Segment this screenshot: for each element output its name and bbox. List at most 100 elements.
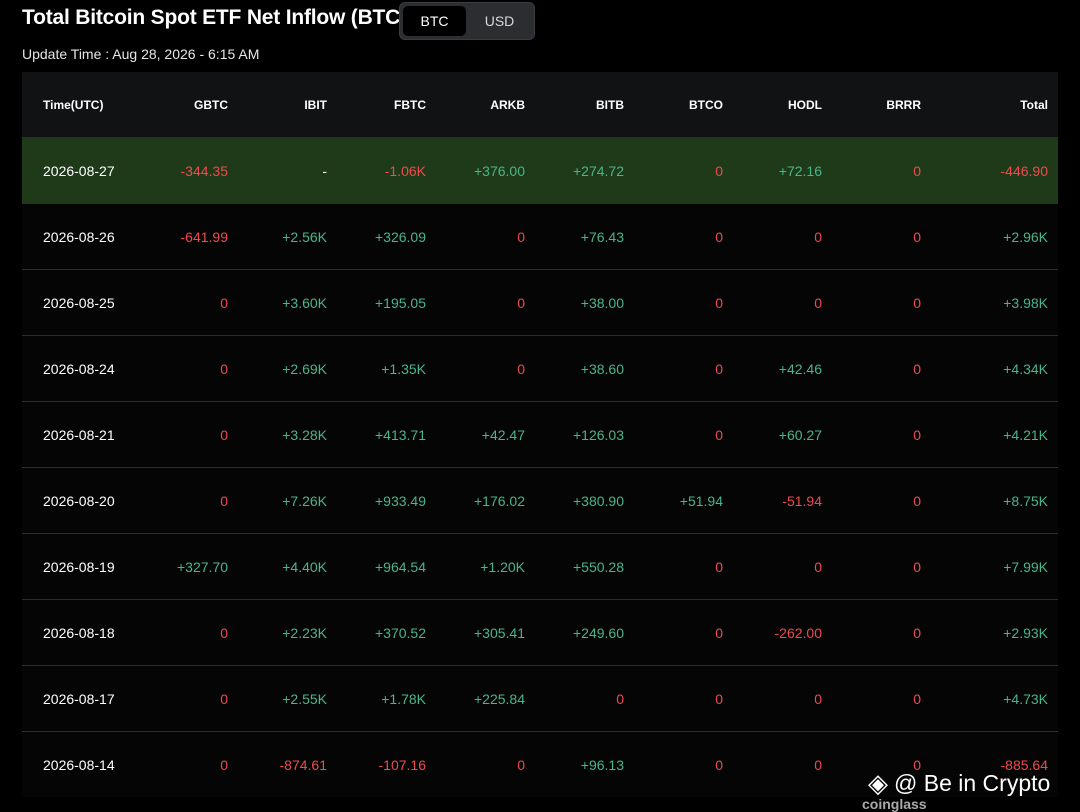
- cell-arkb: +1.20K: [436, 533, 535, 600]
- page-title: Total Bitcoin Spot ETF Net Inflow (BTC): [22, 6, 407, 29]
- watermark-text: @ Be in Crypto: [894, 770, 1051, 796]
- cell-arkb: 0: [436, 269, 535, 336]
- cell-ibit: +2.23K: [238, 599, 337, 666]
- cell-brrr: 0: [832, 533, 931, 600]
- cell-total: +4.73K: [931, 665, 1058, 732]
- update-time: Update Time : Aug 28, 2026 - 6:15 AM: [22, 46, 259, 62]
- cell-ibit: +2.56K: [238, 203, 337, 270]
- cell-arkb: +225.84: [436, 665, 535, 732]
- cell-hodl: 0: [733, 731, 832, 797]
- column-header-ibit[interactable]: IBIT: [238, 72, 337, 138]
- cell-brrr: 0: [832, 467, 931, 534]
- cell-arkb: 0: [436, 335, 535, 402]
- watermark: ◈ @ Be in Crypto: [868, 768, 1050, 799]
- cell-brrr: 0: [832, 137, 931, 204]
- cell-ibit: +2.69K: [238, 335, 337, 402]
- cell-gbtc: +327.70: [139, 533, 238, 600]
- cell-hodl: -51.94: [733, 467, 832, 534]
- table-row[interactable]: 2026-08-21 0 +3.28K +413.71 +42.47 +126.03 0 +6…: [22, 401, 1058, 468]
- cell-hodl: 0: [733, 665, 832, 732]
- cell-gbtc: 0: [139, 467, 238, 534]
- cell-btco: 0: [634, 731, 733, 797]
- cell-fbtc: -1.06K: [337, 137, 436, 204]
- cell-brrr: 0: [832, 401, 931, 468]
- cell-hodl: 0: [733, 533, 832, 600]
- cell-ibit: +7.26K: [238, 467, 337, 534]
- column-header-hodl[interactable]: HODL: [733, 72, 832, 138]
- cell-fbtc: +326.09: [337, 203, 436, 270]
- cell-btco: 0: [634, 599, 733, 666]
- table-row[interactable]: 2026-08-18 0 +2.23K +370.52 +305.41 +249.60 0-…: [22, 599, 1058, 666]
- cell-bitb: +380.90: [535, 467, 634, 534]
- cell-total: +2.96K: [931, 203, 1058, 270]
- cell-fbtc: +1.35K: [337, 335, 436, 402]
- cell-arkb: +376.00: [436, 137, 535, 204]
- cell-gbtc: -344.35: [139, 137, 238, 204]
- cell-btco: 0: [634, 401, 733, 468]
- cell-brrr: 0: [832, 665, 931, 732]
- table-row[interactable]: 2026-08-26 -641.99 +2.56K +326.09 0 +76.43 0 0 0…: [22, 203, 1058, 270]
- cell-bitb: +96.13: [535, 731, 634, 797]
- cell-bitb: +550.28: [535, 533, 634, 600]
- column-header-arkb[interactable]: ARKB: [436, 72, 535, 138]
- cell-time: 2026-08-17: [22, 665, 139, 732]
- column-header-gbtc[interactable]: GBTC: [139, 72, 238, 138]
- column-header-total[interactable]: Total: [931, 72, 1058, 138]
- cell-btco: 0: [634, 269, 733, 336]
- cell-arkb: 0: [436, 203, 535, 270]
- cell-time: 2026-08-21: [22, 401, 139, 468]
- cell-btco: 0: [634, 665, 733, 732]
- column-header-fbtc[interactable]: FBTC: [337, 72, 436, 138]
- cell-btco: 0: [634, 335, 733, 402]
- cell-hodl: +60.27: [733, 401, 832, 468]
- cell-total: +2.93K: [931, 599, 1058, 666]
- cell-time: 2026-08-19: [22, 533, 139, 600]
- cell-gbtc: 0: [139, 335, 238, 402]
- cell-total: +3.98K: [931, 269, 1058, 336]
- usd-toggle-button[interactable]: USD: [468, 6, 531, 36]
- cell-btco: +51.94: [634, 467, 733, 534]
- cell-gbtc: 0: [139, 599, 238, 666]
- column-header-btco[interactable]: BTCO: [634, 72, 733, 138]
- cell-bitb: +38.00: [535, 269, 634, 336]
- table-row[interactable]: 2026-08-17 0 +2.55K +1.78K +225.84 0 0 0 0 +4.73K: [22, 665, 1058, 732]
- cell-hodl: 0: [733, 269, 832, 336]
- cell-time: 2026-08-26: [22, 203, 139, 270]
- cell-time: 2026-08-24: [22, 335, 139, 402]
- table-row[interactable]: 2026-08-25 0 +3.60K +195.05 0 +38.00 0 0 0 +3.98K: [22, 269, 1058, 336]
- cell-ibit: +2.55K: [238, 665, 337, 732]
- cell-ibit: -: [238, 137, 337, 204]
- column-header-brrr[interactable]: BRRR: [832, 72, 931, 138]
- cell-hodl: +72.16: [733, 137, 832, 204]
- table-row[interactable]: 2026-08-27 -344.35- -1.06K +376.00 +274.72 0 +…: [22, 137, 1058, 204]
- cell-hodl: -262.00: [733, 599, 832, 666]
- cell-total: +4.21K: [931, 401, 1058, 468]
- cell-time: 2026-08-18: [22, 599, 139, 666]
- cell-fbtc: +933.49: [337, 467, 436, 534]
- cell-bitb: 0: [535, 665, 634, 732]
- cell-fbtc: +413.71: [337, 401, 436, 468]
- column-header-time[interactable]: Time(UTC): [22, 72, 139, 138]
- cell-gbtc: 0: [139, 401, 238, 468]
- cell-hodl: 0: [733, 203, 832, 270]
- cell-btco: 0: [634, 137, 733, 204]
- cell-fbtc: +1.78K: [337, 665, 436, 732]
- cell-bitb: +126.03: [535, 401, 634, 468]
- cell-btco: 0: [634, 203, 733, 270]
- cell-brrr: 0: [832, 599, 931, 666]
- table-row[interactable]: 2026-08-20 0 +7.26K +933.49 +176.02 +380.90 +5…: [22, 467, 1058, 534]
- cell-brrr: 0: [832, 269, 931, 336]
- cell-total: +4.34K: [931, 335, 1058, 402]
- column-header-bitb[interactable]: BITB: [535, 72, 634, 138]
- cell-fbtc: +195.05: [337, 269, 436, 336]
- cell-gbtc: 0: [139, 731, 238, 797]
- update-time-label: Update Time :: [22, 46, 113, 62]
- cell-hodl: +42.46: [733, 335, 832, 402]
- cell-ibit: +3.28K: [238, 401, 337, 468]
- btc-toggle-button[interactable]: BTC: [403, 6, 466, 36]
- cell-ibit: +3.60K: [238, 269, 337, 336]
- cell-time: 2026-08-20: [22, 467, 139, 534]
- table-row[interactable]: 2026-08-19 +327.70 +4.40K +964.54 +1.20K +550…: [22, 533, 1058, 600]
- table-row[interactable]: 2026-08-24 0 +2.69K +1.35K 0 +38.60 0 +42.46 0 +4…: [22, 335, 1058, 402]
- update-time-value: Aug 28, 2026 - 6:15 AM: [112, 46, 260, 62]
